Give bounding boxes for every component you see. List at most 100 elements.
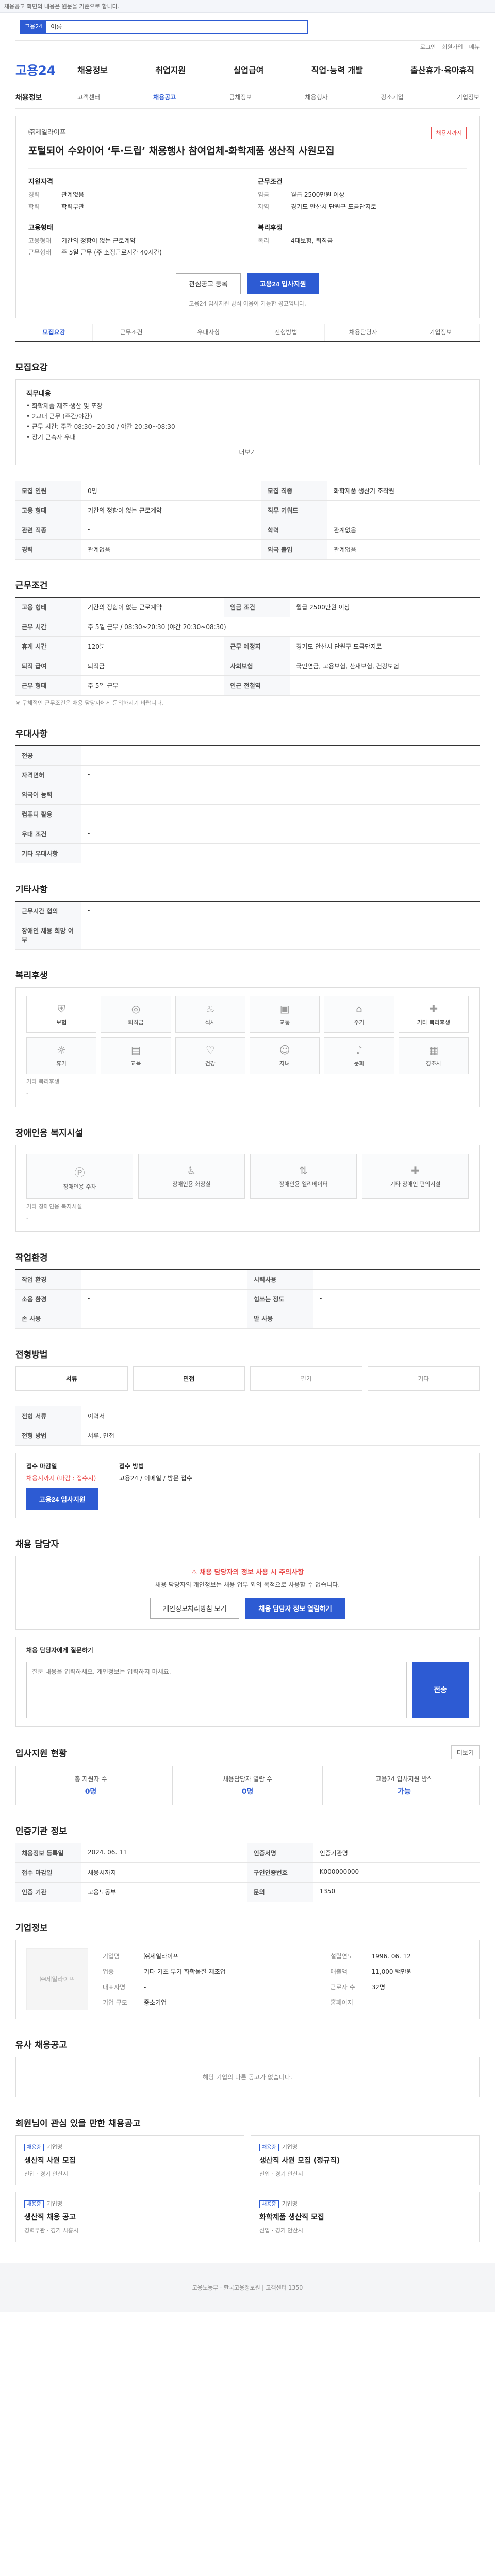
info-key: 인증 기관	[15, 1882, 81, 1902]
info-key: 인증서명	[247, 1843, 314, 1863]
rec-title[interactable]: 화학제품 생산직 모집	[259, 2212, 471, 2222]
privacy-policy-button[interactable]: 개인정보처리방침 보기	[150, 1597, 240, 1619]
section-title-recruit: 모집요강	[15, 362, 48, 373]
summary-value: 학력무관	[61, 202, 85, 210]
tab-select[interactable]: 전형방법	[248, 323, 325, 341]
rec-card[interactable]: 채용중 기업명 생산직 사원 모집 신입 · 경기 안산시	[15, 2134, 244, 2185]
work-key: 임금 조건	[224, 597, 290, 618]
stat-applicants: 총 지원자 수 0명	[15, 1765, 166, 1805]
info-value: 인증기관명	[313, 1843, 480, 1863]
info-value: 고용노동부	[81, 1882, 248, 1902]
tab-recruit[interactable]: 모집요강	[15, 323, 93, 341]
top-search-bar: 고용24 이름	[15, 13, 480, 41]
search-tag: 고용24	[21, 20, 47, 33]
tab-company[interactable]: 기업정보	[402, 323, 480, 341]
scrap-button[interactable]: 관심공고 등록	[176, 273, 241, 294]
select-steps: 서류 면접 필기 기타	[15, 1366, 480, 1391]
benefit-education: ▤ 교육	[101, 1037, 171, 1074]
global-nav: 고용24 채용정보 취업지원 실업급여 직업·능력 개발 출산휴가·육아휴직	[15, 53, 480, 86]
search-input[interactable]: 이름	[46, 22, 307, 31]
disabled-elevator: ⇅ 장애인용 엘리베이터	[250, 1153, 357, 1199]
benefit-health: ♡ 건강	[175, 1037, 245, 1074]
status-more-button[interactable]: 더보기	[451, 1745, 480, 1759]
prefer-table: 전공 - 자격면허 - 외국어 능력 - 컴퓨터 활용 - 우대 조건 - 기타 우대사항…	[15, 745, 480, 863]
subnav-item[interactable]: 고객센터	[77, 93, 100, 101]
rec-title[interactable]: 생산직 사원 모집 (정규직)	[259, 2155, 471, 2165]
work-key: 근무 형태	[15, 675, 81, 696]
etc-table: 근무시간 협의 - 장애인 채용 희망 여부 -	[15, 901, 480, 950]
sub-nav: 채용정보 고객센터 채용공고 공채정보 채용행사 강소기업 기업정보	[15, 86, 480, 109]
tab-work[interactable]: 근무조건	[93, 323, 170, 341]
summary-key: 경력	[28, 191, 40, 198]
section-title-prefer: 우대사항	[15, 728, 48, 739]
apply-button[interactable]: 고용24 입사지원	[246, 273, 319, 294]
qa-textarea[interactable]	[26, 1661, 407, 1718]
company-value: 32명	[371, 1984, 385, 1991]
qa-label: 채용 담당자에게 질문하기	[26, 1646, 93, 1654]
child-icon: ☺	[279, 1043, 290, 1056]
signup-link[interactable]: 회원가입	[442, 43, 463, 51]
select-value: 이력서	[81, 1406, 480, 1427]
section-title-select: 전형방법	[15, 1350, 48, 1361]
rec-tag: 채용중	[259, 2200, 279, 2208]
apply-deadline-value: 채용시까지 (마감 : 접수시)	[26, 1475, 96, 1482]
utility-links: 로그인 회원가입 메뉴	[15, 41, 480, 53]
benefit-culture: ♪ 문화	[324, 1037, 394, 1074]
calendar-icon: ▦	[428, 1043, 439, 1056]
company-name[interactable]: ㈜제일라이프	[28, 127, 66, 137]
gnb-item[interactable]: 취업지원	[155, 63, 186, 76]
company-value: 중소기업	[144, 1999, 167, 2007]
prefer-value: -	[81, 804, 480, 824]
work-key: 인근 전철역	[224, 675, 290, 696]
subnav-item[interactable]: 공채정보	[229, 93, 252, 101]
coin-icon: ◎	[131, 1002, 141, 1015]
site-logo[interactable]: 고용24	[15, 60, 77, 78]
qa-send-button[interactable]: 전송	[412, 1661, 469, 1718]
gnb-item[interactable]: 실업급여	[234, 63, 264, 76]
subnav-item[interactable]: 강소기업	[381, 93, 404, 101]
etc-value: -	[81, 921, 480, 950]
work-value: 기간의 정함이 없는 근로계약	[81, 597, 224, 618]
search-box[interactable]: 고용24 이름	[20, 19, 308, 34]
view-contact-button[interactable]: 채용 담당자 정보 열람하기	[245, 1597, 345, 1619]
disabled-parking: Ⓟ 장애인용 주차	[26, 1153, 133, 1199]
apply-method-head: 접수 방법	[119, 1463, 144, 1470]
duty-more-button[interactable]: 더보기	[26, 448, 469, 456]
rec-company: 기업명	[46, 2143, 62, 2150]
company-value: -	[371, 1998, 374, 2006]
rec-card[interactable]: 채용중 기업명 화학제품 생산직 모집 신입 · 경기 안산시	[251, 2191, 480, 2242]
benefit-value: -	[26, 1090, 28, 1097]
rec-card[interactable]: 채용중 기업명 생산직 사원 모집 (정규직) 신입 · 경기 안산시	[251, 2134, 480, 2185]
prefer-key: 우대 조건	[15, 824, 81, 844]
benefit-etc: ✚ 기타 복리후생	[398, 995, 469, 1033]
recruit-value: 관계없음	[327, 520, 480, 540]
subnav-item-active[interactable]: 채용공고	[153, 93, 176, 101]
login-link[interactable]: 로그인	[420, 43, 436, 51]
summary-group: 고용형태 고용형태 기간의 정함이 없는 근로계약 근무형태 주 5일 근무 (주 …	[28, 222, 237, 260]
subnav-item[interactable]: 채용행사	[305, 93, 327, 101]
tab-prefer[interactable]: 우대사항	[170, 323, 248, 341]
stat-method: 고용24 입사지원 방식 가능	[329, 1765, 480, 1805]
summary-value: 경기도 안산시 단원구 도금단지로	[291, 202, 377, 210]
gnb-item[interactable]: 출산휴가·육아휴직	[410, 63, 474, 76]
work-value: 월급 2500만원 이상	[290, 597, 480, 618]
gift-icon: ✚	[429, 1002, 438, 1015]
summary-group-title: 고용형태	[28, 224, 53, 232]
rec-card[interactable]: 채용중 기업명 생산직 채용 공고 경력무관 · 경기 시흥시	[15, 2191, 244, 2242]
subnav-item[interactable]: 기업정보	[457, 93, 480, 101]
work-value: 120분	[81, 636, 224, 657]
apply-button-bottom[interactable]: 고용24 입사지원	[26, 1488, 98, 1510]
contact-warning: ⚠ 채용 담당자의 정보 사용 시 주의사항	[191, 1569, 304, 1577]
rec-title[interactable]: 생산직 채용 공고	[24, 2212, 236, 2222]
gnb-item[interactable]: 직업·능력 개발	[311, 63, 363, 76]
company-value: -	[144, 1983, 146, 1991]
info-key: 구인인증번호	[247, 1862, 314, 1883]
benefit-box: ⛨ 보험 ◎ 퇴직금 ♨ 식사 ▣ 교통 ⌂ 주거 ✚ 기타 복리후생 ☼ 휴가 ▤ 교육 ♡ 건…	[15, 987, 480, 1107]
gnb-item[interactable]: 채용정보	[77, 63, 108, 76]
prefer-key: 전공	[15, 745, 81, 766]
menu-link[interactable]: 메뉴	[469, 43, 480, 51]
apply-note: 고용24 입사지원 방식 이용이 가능한 공고입니다.	[189, 300, 306, 307]
house-icon: ⌂	[356, 1002, 362, 1015]
tab-contact[interactable]: 채용담당자	[325, 323, 402, 341]
rec-title[interactable]: 생산직 사원 모집	[24, 2155, 236, 2165]
